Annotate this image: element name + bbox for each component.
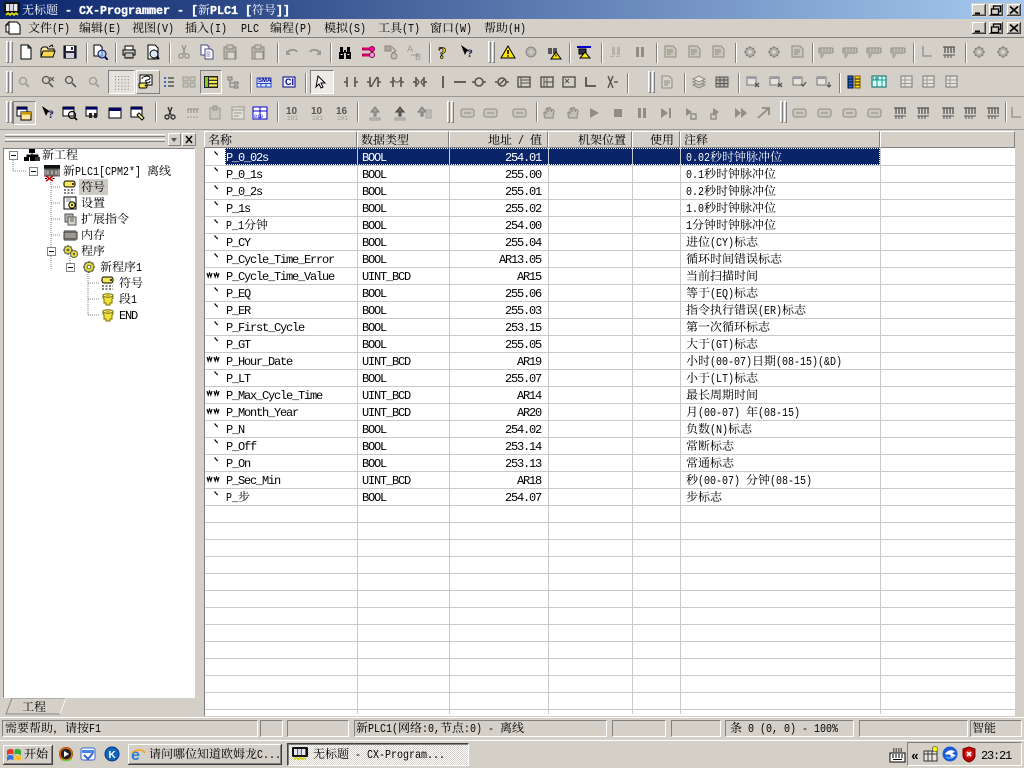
svg-text:(T): (T) bbox=[402, 22, 420, 36]
svg-text:P_: P_ bbox=[226, 491, 239, 505]
svg-text:(08-15): (08-15) bbox=[770, 474, 812, 488]
svg-text:/: / bbox=[518, 134, 524, 148]
svg-text:0: 0 bbox=[748, 722, 754, 736]
svg-text:[: [ bbox=[191, 4, 198, 18]
svg-text:(V): (V) bbox=[156, 22, 174, 36]
svg-text:?: ? bbox=[467, 46, 473, 60]
svg-text:[: [ bbox=[245, 4, 252, 18]
svg-text:(F): (F) bbox=[52, 22, 70, 36]
svg-text:F1: F1 bbox=[89, 722, 101, 736]
svg-text:CX-Programmer: CX-Programmer bbox=[79, 4, 170, 18]
svg-text:PLC1(: PLC1( bbox=[368, 722, 398, 736]
svg-text::0): :0) bbox=[464, 722, 482, 736]
svg-text:CI: CI bbox=[285, 77, 294, 87]
svg-text:(EQ): (EQ) bbox=[710, 287, 734, 301]
svg-text:(00-07): (00-07) bbox=[698, 474, 740, 488]
svg-text:101: 101 bbox=[312, 115, 323, 121]
svg-text:P_1: P_1 bbox=[226, 219, 244, 233]
svg-text:0.1: 0.1 bbox=[686, 168, 704, 182]
svg-text:K: K bbox=[109, 750, 117, 761]
svg-text:CX-Program...: CX-Program... bbox=[367, 748, 445, 762]
svg-text:(H): (H) bbox=[508, 22, 526, 36]
svg-text:1: 1 bbox=[131, 293, 137, 307]
svg-text:(E): (E) bbox=[103, 22, 121, 36]
svg-text:0): 0) bbox=[784, 722, 796, 736]
svg-text:101: 101 bbox=[287, 115, 298, 121]
svg-text:(08-15)(&D): (08-15)(&D) bbox=[776, 355, 842, 369]
svg-text:C...: C... bbox=[257, 748, 281, 762]
svg-text:(ER): (ER) bbox=[758, 304, 782, 318]
svg-text:(00-07): (00-07) bbox=[698, 406, 740, 420]
svg-text:-: - bbox=[65, 4, 72, 18]
svg-text:010: 010 bbox=[254, 114, 263, 120]
svg-text:PLC1: PLC1 bbox=[210, 4, 238, 18]
svg-text:PLC: PLC bbox=[241, 22, 259, 36]
svg-text:(08-15): (08-15) bbox=[758, 406, 800, 420]
svg-text:0.2: 0.2 bbox=[686, 185, 704, 199]
svg-text:(00-07): (00-07) bbox=[710, 355, 752, 369]
svg-text:(LT): (LT) bbox=[710, 372, 734, 386]
svg-text:100%: 100% bbox=[814, 722, 839, 736]
svg-text:1.0: 1.0 bbox=[686, 202, 704, 216]
svg-text:B: B bbox=[415, 52, 421, 60]
svg-text:(N): (N) bbox=[710, 423, 728, 437]
svg-text:(GT): (GT) bbox=[710, 338, 734, 352]
svg-text:?: ? bbox=[438, 44, 447, 60]
svg-text:-: - bbox=[355, 748, 361, 762]
svg-text::0,: :0, bbox=[422, 722, 440, 736]
svg-text:101: 101 bbox=[337, 115, 348, 121]
svg-text:A: A bbox=[407, 44, 413, 54]
svg-text:PLC1[CPM2*]: PLC1[CPM2*] bbox=[75, 165, 141, 179]
svg-text:-: - bbox=[177, 4, 184, 18]
svg-text:0.02: 0.02 bbox=[686, 151, 710, 165]
svg-text:1: 1 bbox=[136, 261, 142, 275]
svg-text:]]: ]] bbox=[276, 4, 290, 18]
svg-text:-: - bbox=[488, 722, 494, 736]
svg-text:HB: HB bbox=[873, 76, 879, 81]
svg-text:(I): (I) bbox=[209, 22, 227, 36]
svg-text:(CY): (CY) bbox=[710, 236, 734, 250]
svg-text:(W): (W) bbox=[454, 22, 472, 36]
svg-text:(P): (P) bbox=[294, 22, 312, 36]
svg-text:(0,: (0, bbox=[760, 722, 778, 736]
svg-text:1: 1 bbox=[686, 219, 692, 233]
svg-text:?: ? bbox=[48, 107, 54, 121]
svg-text:(S): (S) bbox=[348, 22, 366, 36]
svg-text:-: - bbox=[802, 722, 808, 736]
